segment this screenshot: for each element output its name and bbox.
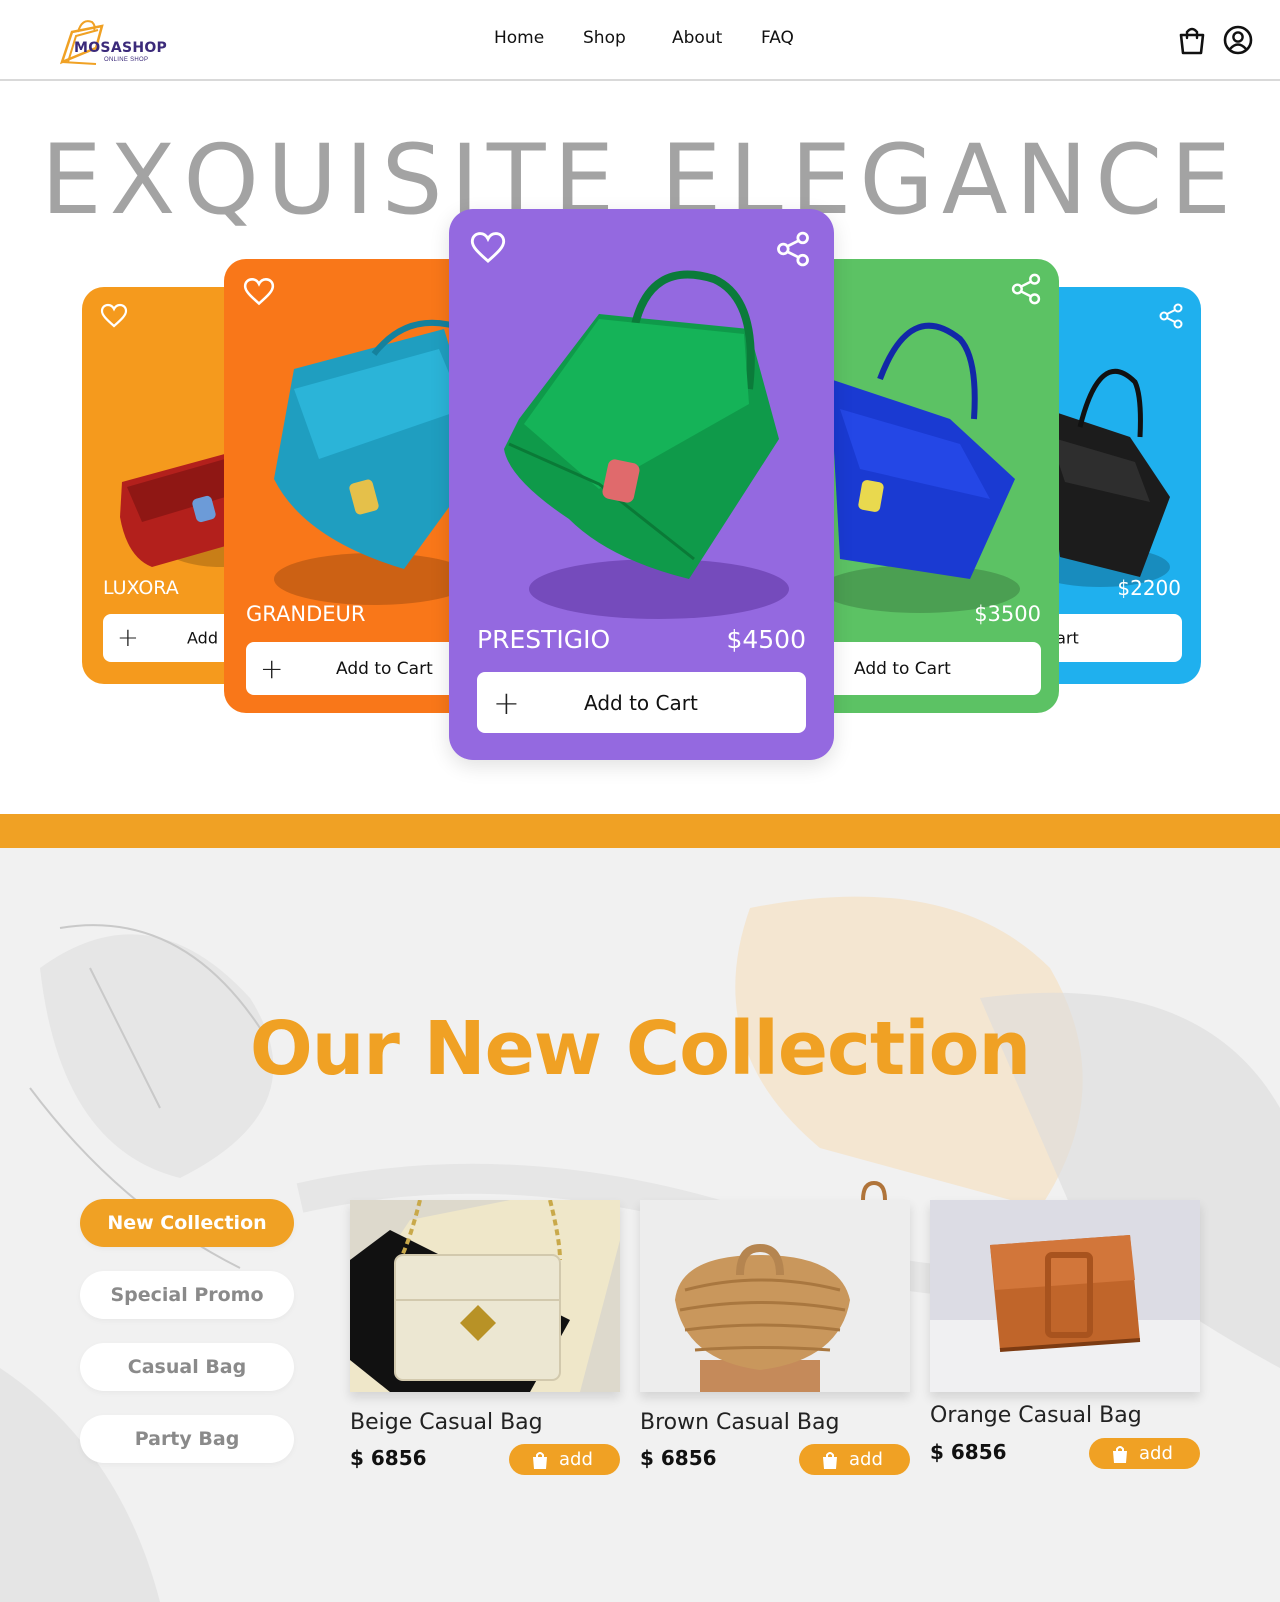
card-price: $2200 [1117,576,1181,600]
product-name: Beige Casual Bag [350,1410,543,1435]
filter-casual-bag[interactable]: Casual Bag [80,1343,294,1391]
product-price: $ 6856 [930,1440,1007,1464]
divider-band [0,814,1280,848]
add-button[interactable]: add [509,1444,620,1475]
product-image[interactable] [930,1200,1200,1392]
product-name: Orange Casual Bag [930,1403,1142,1428]
user-account-icon[interactable] [1222,24,1254,56]
product-card-grandeur[interactable]: GRANDEUR + Add to Cart [224,259,486,713]
add-to-cart-label: Add to Cart [584,690,698,715]
nav-shop[interactable]: Shop [583,28,626,48]
site-header: MOSASHOP ONLINE SHOP Home Shop About FAQ [0,0,1280,81]
filter-new-collection[interactable]: New Collection [80,1199,294,1247]
add-to-cart-button[interactable]: + Add to Cart [477,672,806,733]
filter-party-bag[interactable]: Party Bag [80,1415,294,1463]
brand-name: MOSASHOP [74,40,168,56]
card-product-name: LUXORA [103,577,179,599]
add-label: add [559,1449,593,1470]
nav-home[interactable]: Home [494,28,544,48]
plus-icon: + [117,623,139,653]
bag-handle-decoration [861,1180,887,1201]
product-item-beige[interactable]: Beige Casual Bag $ 6856 add [350,1200,620,1480]
product-price: $ 6856 [640,1446,717,1470]
shopping-bag-icon [533,1452,547,1469]
product-price: $ 6856 [350,1446,427,1470]
add-to-cart-label: Add to Cart [854,658,951,679]
product-image[interactable] [640,1200,910,1392]
favorite-heart-icon[interactable] [242,277,276,307]
filter-special-promo[interactable]: Special Promo [80,1271,294,1319]
brand-logo[interactable]: MOSASHOP ONLINE SHOP [56,18,186,68]
add-label: add [849,1449,883,1470]
product-name: Brown Casual Bag [640,1410,840,1435]
add-to-cart-label: Add [187,628,218,648]
collection-section: Our New Collection New Collection Specia… [0,848,1280,1602]
card-product-name: GRANDEUR [246,602,366,626]
shopping-bag-icon [823,1452,837,1469]
card-price: $3500 [974,602,1041,626]
nav-about[interactable]: About [672,28,722,48]
share-icon[interactable] [1010,273,1042,305]
share-icon[interactable] [775,231,811,267]
section-title: Our New Collection [249,1006,1031,1092]
shopping-bag-icon [1113,1446,1127,1463]
nav-faq[interactable]: FAQ [761,28,794,48]
add-to-cart-label: Add to Cart [336,658,433,679]
favorite-heart-icon[interactable] [100,303,128,329]
product-item-orange[interactable]: Orange Casual Bag $ 6856 add [930,1200,1200,1480]
add-button[interactable]: add [799,1444,910,1475]
card-product-name: PRESTIGIO [477,625,611,654]
share-icon[interactable] [1158,303,1184,329]
plus-icon: + [260,651,284,685]
product-card-prestigio[interactable]: PRESTIGIO $4500 + Add to Cart [449,209,834,760]
brand-tagline: ONLINE SHOP [104,57,149,63]
plus-icon: + [493,683,520,722]
product-item-brown[interactable]: Brown Casual Bag $ 6856 add [640,1180,910,1480]
card-price: $4500 [726,625,806,654]
product-image[interactable] [350,1200,620,1392]
product-card-green[interactable]: N $3500 Add to Cart [800,259,1059,713]
add-label: add [1139,1443,1173,1464]
add-button[interactable]: add [1089,1438,1200,1469]
shopping-bag-icon[interactable] [1176,24,1208,56]
add-to-cart-button[interactable]: Add to Cart [800,642,1041,695]
favorite-heart-icon[interactable] [469,231,507,265]
